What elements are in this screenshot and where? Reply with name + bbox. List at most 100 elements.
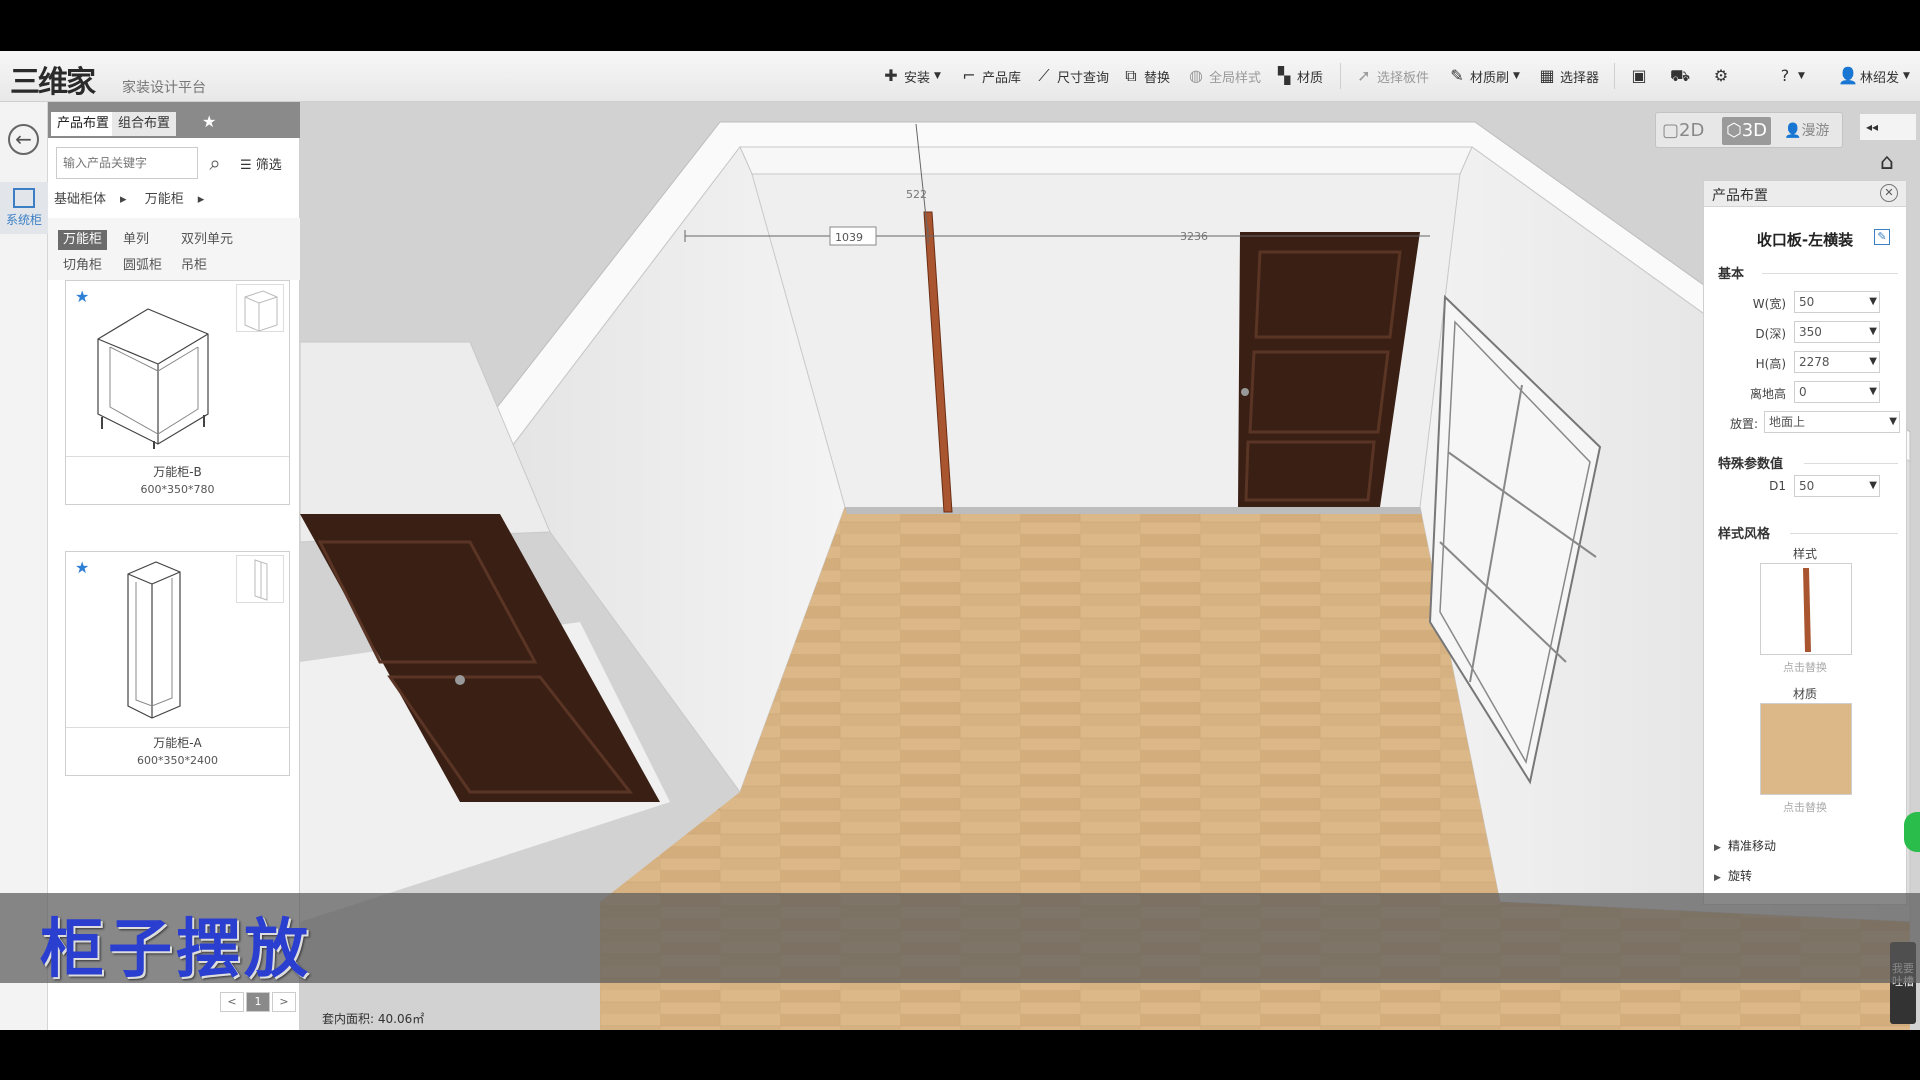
field-label: D1 xyxy=(1769,479,1786,493)
view-2d-label: 2D xyxy=(1679,120,1705,141)
product-thumbnail xyxy=(236,284,284,332)
tree-item-rotate[interactable]: ▶ 旋转 xyxy=(1714,867,1752,884)
collapse-panel-button[interactable]: ◂◂ xyxy=(1860,114,1916,140)
dim-input-1039[interactable]: 1039 xyxy=(829,226,877,246)
user-icon: 👤 xyxy=(1838,66,1858,85)
property-panel-title: 产品布置 xyxy=(1712,188,1768,204)
depth-select[interactable]: 350 ▼ xyxy=(1794,321,1880,343)
category-item[interactable]: 圆弧柜 xyxy=(118,256,167,276)
save-icon: ▣ xyxy=(1631,66,1647,85)
category-item[interactable]: 双列单元 xyxy=(176,230,238,250)
style-thumbnail xyxy=(1803,568,1811,652)
d1-select[interactable]: 50 ▼ xyxy=(1794,475,1880,497)
material-button[interactable]: ▚ 材质 xyxy=(1275,65,1323,87)
view-mode-toggle: ▢2D ⬡3D 👤漫游 xyxy=(1655,112,1843,148)
view-walk-button[interactable]: 👤漫游 xyxy=(1784,117,1829,145)
breadcrumb-item[interactable]: 万能柜 ▸ xyxy=(145,192,205,207)
caret-right-icon: ▶ xyxy=(1714,873,1721,883)
palette-icon: ◍ xyxy=(1189,66,1203,85)
product-library-button[interactable]: ⌐ 产品库 xyxy=(960,65,1021,87)
product-panel: 产品布置 组合布置 ★ ⌕ ☰ 筛选 基础柜体▸ 万能柜▸ 万能柜 单列 双列单… xyxy=(48,102,300,1030)
page-button[interactable]: 1 xyxy=(246,992,270,1012)
width-select[interactable]: 50 ▼ xyxy=(1794,291,1880,313)
size-query-button[interactable]: ⟋ 尺寸查询 xyxy=(1035,65,1109,87)
selector-button[interactable]: ▦ 选择器 xyxy=(1538,65,1599,87)
product-card[interactable]: ★ 万能柜-B 600*350*780 xyxy=(65,280,290,505)
rail-item-label: 系统柜 xyxy=(5,213,42,227)
placement-select[interactable]: 地面上 ▼ xyxy=(1764,411,1900,433)
double-chevron-left-icon: ◂◂ xyxy=(1866,120,1879,134)
panel-tabs: 产品布置 组合布置 ★ xyxy=(48,102,300,138)
product-library-label: 产品库 xyxy=(982,70,1022,86)
material-swatch[interactable] xyxy=(1760,703,1852,795)
replace-material-link[interactable]: 点击替换 xyxy=(1704,799,1906,815)
view-2d-button[interactable]: ▢2D xyxy=(1662,117,1704,145)
edit-icon[interactable]: ✎ xyxy=(1874,229,1890,245)
product-name: 万能柜-A xyxy=(153,736,202,750)
install-button[interactable]: ✚ 安装 ▼ xyxy=(882,65,941,87)
replace-style-link[interactable]: 点击替换 xyxy=(1704,659,1906,675)
category-item[interactable]: 单列 xyxy=(118,230,154,250)
filter-label: 筛选 xyxy=(255,158,282,173)
product-size: 600*350*2400 xyxy=(137,754,218,767)
cart-button[interactable]: ⛟ xyxy=(1670,65,1690,87)
category-item[interactable]: 吊柜 xyxy=(176,256,212,276)
view-3d-label: 3D xyxy=(1741,120,1768,141)
rail-item-system-cabinet[interactable]: 系统柜 xyxy=(0,182,48,234)
user-menu[interactable]: 👤 林绍发 ▼ xyxy=(1838,65,1910,87)
next-page-button[interactable]: > xyxy=(272,992,296,1012)
chevron-down-icon: ▼ xyxy=(1889,416,1897,427)
global-style-button[interactable]: ◍ 全局样式 xyxy=(1187,65,1261,87)
search-icon[interactable]: ⌕ xyxy=(202,150,228,176)
ruler-icon: ⟋ xyxy=(1038,66,1050,85)
material-brush-label: 材质刷 xyxy=(1470,70,1510,86)
select-board-button[interactable]: ➚ 选择板件 xyxy=(1355,65,1429,87)
product-card[interactable]: ★ 万能柜-A 600*350*2400 xyxy=(65,551,290,776)
tab-combo-layout[interactable]: 组合布置 xyxy=(112,112,177,136)
top-toolbar: 三维家 家装设计平台 ✚ 安装 ▼ ⌐ 产品库 ⟋ 尺寸查询 ⧉ 替换 ◍ 全局… xyxy=(0,51,1920,102)
settings-button[interactable]: ⚙ xyxy=(1712,65,1730,87)
online-badge[interactable] xyxy=(1904,812,1920,852)
product-library-icon: ⌐ xyxy=(962,66,976,85)
video-caption: 柜子摆放 xyxy=(40,912,312,987)
view-3d-button[interactable]: ⬡3D xyxy=(1722,117,1772,145)
prev-page-button[interactable]: < xyxy=(220,992,244,1012)
brush-icon: ✎ xyxy=(1450,66,1464,85)
card-divider xyxy=(66,456,289,457)
logo[interactable]: 三维家 xyxy=(10,57,110,100)
category-item[interactable]: 万能柜 xyxy=(58,230,108,250)
user-name: 林绍发 xyxy=(1860,70,1900,86)
category-item[interactable]: 切角柜 xyxy=(58,256,107,276)
product-size: 600*350*780 xyxy=(140,483,215,496)
3d-viewport[interactable]: 522 1039 3236 ▢2D ⬡3D 👤漫游 ◂◂ ⌂ 套内面积: 40.… xyxy=(300,102,1920,1030)
selector-label: 选择器 xyxy=(1560,70,1600,86)
material-brush-button[interactable]: ✎ 材质刷 ▼ xyxy=(1448,65,1520,87)
field-label: 放置: xyxy=(1729,417,1758,431)
home-view-button[interactable]: ⌂ xyxy=(1880,150,1894,175)
replace-button[interactable]: ⧉ 替换 xyxy=(1122,65,1170,87)
room-scene[interactable]: 522 1039 3236 xyxy=(300,102,1920,1030)
tree-item-precise-move[interactable]: ▶ 精准移动 xyxy=(1714,837,1776,854)
section-divider xyxy=(1804,463,1898,464)
style-swatch[interactable] xyxy=(1760,563,1852,655)
save-button[interactable]: ▣ xyxy=(1630,65,1648,87)
product-name: 万能柜-B xyxy=(153,465,202,479)
help-button[interactable]: ? ▼ xyxy=(1776,65,1805,87)
depth-value: 350 xyxy=(1799,325,1822,339)
cabinet-a-illustration xyxy=(127,561,181,719)
breadcrumb-item[interactable]: 基础柜体 ▸ xyxy=(54,192,127,207)
toolbar-divider xyxy=(1340,63,1341,89)
close-icon[interactable]: ✕ xyxy=(1880,184,1898,202)
floor-height-select[interactable]: 0 ▼ xyxy=(1794,381,1880,403)
replace-label: 替换 xyxy=(1144,70,1171,86)
list-icon: ☰ xyxy=(240,158,252,173)
favorites-star-icon[interactable]: ★ xyxy=(202,112,216,131)
search-input[interactable] xyxy=(56,147,198,179)
favorite-star-icon[interactable]: ★ xyxy=(75,558,89,577)
install-label: 安装 xyxy=(904,70,931,86)
height-select[interactable]: 2278 ▼ xyxy=(1794,351,1880,373)
filter-button[interactable]: ☰ 筛选 xyxy=(240,154,282,173)
dropdown-arrow-icon: ▼ xyxy=(1513,71,1520,81)
back-button[interactable]: ← xyxy=(8,124,39,155)
tab-product-layout[interactable]: 产品布置 xyxy=(51,112,116,136)
